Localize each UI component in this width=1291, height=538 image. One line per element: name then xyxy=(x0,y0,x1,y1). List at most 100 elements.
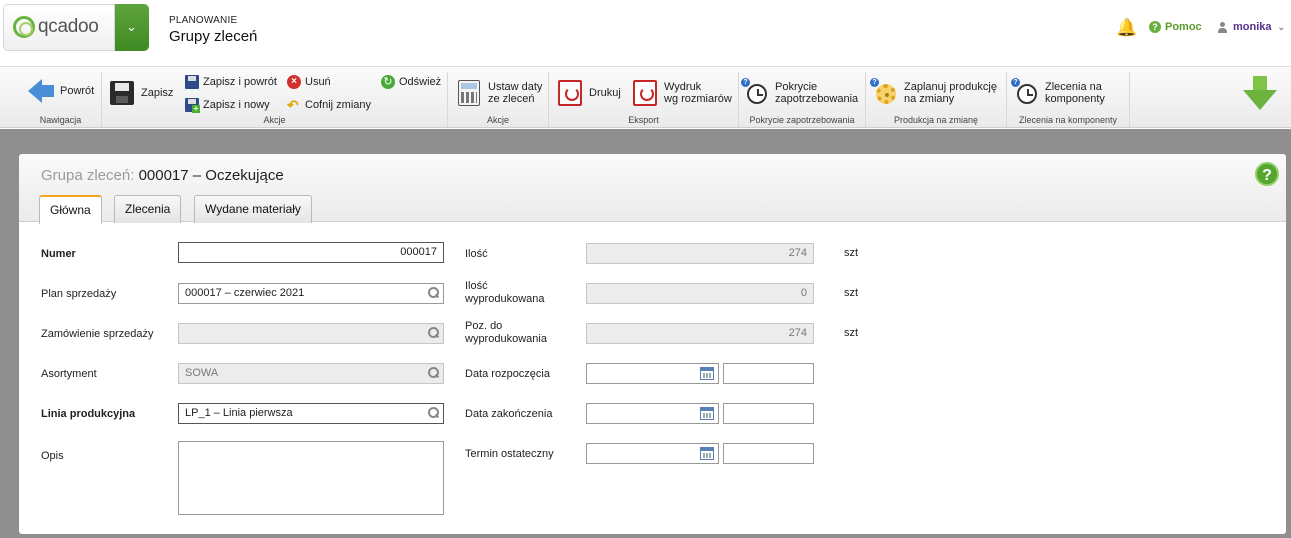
pdf-icon xyxy=(632,80,658,106)
save-and-back-button[interactable]: Zapisz i powrót xyxy=(185,75,277,89)
wyprodukowana-label-2: wyprodukowana xyxy=(465,293,545,305)
ribbon-group-components: ? Zlecenia na komponenty Zlecenia na komp… xyxy=(1007,72,1130,127)
calendar-icon[interactable] xyxy=(700,447,714,460)
breadcrumb-category: PLANOWANIE xyxy=(169,15,238,26)
help-link[interactable]: ? Pomoc xyxy=(1149,21,1202,33)
undo-button[interactable]: ↶ Cofnij zmiany xyxy=(287,98,371,112)
tab-wydane-materialy[interactable]: Wydane materiały xyxy=(194,195,312,223)
linia-value: LP_1 – Linia pierwsza xyxy=(185,407,293,419)
ilosc-unit: szt xyxy=(844,247,859,259)
print-label: Drukuj xyxy=(589,87,621,99)
notification-bell-icon[interactable]: 🔔 xyxy=(1116,18,1137,38)
refresh-button[interactable]: ↻ Odśwież xyxy=(381,75,441,89)
save-back-icon xyxy=(185,75,199,89)
numer-label: Numer xyxy=(41,248,76,260)
search-icon[interactable] xyxy=(428,287,439,298)
calendar-icon[interactable] xyxy=(700,407,714,420)
data-zakonczenia-date[interactable] xyxy=(586,403,719,424)
linia-field[interactable]: LP_1 – Linia pierwsza xyxy=(178,403,444,424)
group-label-actions-2: Akcje xyxy=(486,115,509,125)
asortyment-field: SOWA xyxy=(178,363,444,384)
data-rozpoczecia-time[interactable] xyxy=(723,363,814,384)
components-label-2: komponenty xyxy=(1045,93,1105,105)
termin-ostateczny-date[interactable] xyxy=(586,443,719,464)
linia-label: Linia produkcyjna xyxy=(41,408,136,420)
chevron-down-icon: ⌄ xyxy=(126,19,137,34)
do-wypr-label-1: Poz. do xyxy=(465,320,503,332)
plan-label: Plan sprzedaży xyxy=(41,288,117,300)
group-label-navigation: Nawigacja xyxy=(39,115,82,125)
username: monika xyxy=(1233,21,1272,33)
group-label-coverage: Pokrycie zapotrzebowania xyxy=(749,115,855,125)
form-panel: Grupa zleceń: 000017 – Oczekujące ? Głów… xyxy=(19,154,1286,534)
print-sizes-label-2: wg rozmiarów xyxy=(664,93,732,105)
save-new-label: Zapisz i nowy xyxy=(203,99,270,111)
help-label: Pomoc xyxy=(1165,21,1202,33)
download-arrow-icon[interactable] xyxy=(1243,76,1277,112)
calculator-icon xyxy=(456,80,482,106)
user-menu[interactable]: monika ⌄ xyxy=(1218,21,1285,33)
group-label-components: Zlecenia na komponenty xyxy=(1018,115,1118,125)
wyprodukowana-label-1: Ilość xyxy=(465,280,488,292)
chevron-down-icon: ⌄ xyxy=(1277,21,1286,32)
print-button[interactable]: Drukuj xyxy=(557,80,621,106)
ribbon-group-shift-production: ? Zaplanuj produkcję na zmiany Produkcja … xyxy=(866,72,1007,127)
plan-shift-production-button[interactable]: ? Zaplanuj produkcję na zmiany xyxy=(870,78,997,106)
refresh-icon: ↻ xyxy=(381,75,395,89)
data-zakonczenia-time[interactable] xyxy=(723,403,814,424)
do-wypr-label-2: wyprodukowania xyxy=(465,333,547,345)
ribbon-group-export: Drukuj Wydruk wg rozmiarów Eksport xyxy=(549,72,739,127)
gears-icon: ? xyxy=(870,78,898,106)
calendar-icon[interactable] xyxy=(700,367,714,380)
help-icon[interactable]: ? xyxy=(1255,162,1279,186)
group-label-export: Eksport xyxy=(628,115,659,125)
do-wyprodukowania-unit: szt xyxy=(844,327,859,339)
save-button[interactable]: Zapisz xyxy=(109,80,173,106)
panel-title-value: 000017 – Oczekujące xyxy=(138,167,284,184)
opis-textarea[interactable] xyxy=(178,441,444,515)
floppy-icon xyxy=(109,80,135,106)
save-and-new-button[interactable]: + Zapisz i nowy xyxy=(185,98,270,113)
panel-title: Grupa zleceń: 000017 – Oczekujące xyxy=(41,167,284,184)
delete-button[interactable]: × Usuń xyxy=(287,75,331,89)
ilosc-value: 274 xyxy=(788,247,807,259)
data-rozpoczecia-label: Data rozpoczęcia xyxy=(465,368,550,380)
coverage-button[interactable]: ? Pokrycie zapotrzebowania xyxy=(741,78,858,106)
components-label-1: Zlecenia na xyxy=(1045,81,1102,93)
search-icon[interactable] xyxy=(428,407,439,418)
print-by-size-button[interactable]: Wydruk wg rozmiarów xyxy=(632,80,732,106)
logo-icon xyxy=(13,16,35,38)
pdf-icon xyxy=(557,80,583,106)
panel-header: Grupa zleceń: 000017 – Oczekujące ? Głów… xyxy=(19,154,1286,224)
ribbon-group-actions: Zapisz Zapisz i powrót + Zapisz i nowy ×… xyxy=(102,72,448,127)
do-wyprodukowania-label: Poz. do wyprodukowania xyxy=(465,320,547,346)
ribbon-group-actions-2: Ustaw daty ze zleceń Akcje xyxy=(448,72,549,127)
asortyment-label: Asortyment xyxy=(41,368,97,380)
ribbon-group-coverage: ? Pokrycie zapotrzebowania Pokrycie zapot… xyxy=(739,72,866,127)
tab-glowna[interactable]: Główna xyxy=(39,195,102,224)
search-icon xyxy=(428,327,439,338)
zamowienie-label: Zamówienie sprzedaży xyxy=(41,328,154,340)
undo-icon: ↶ xyxy=(287,97,299,113)
termin-ostateczny-label: Termin ostateczny xyxy=(465,448,554,460)
set-dates-button[interactable]: Ustaw daty ze zleceń xyxy=(456,80,542,106)
coverage-label-1: Pokrycie xyxy=(775,81,818,93)
ilosc-label: Ilość xyxy=(465,248,488,260)
set-dates-label-2: ze zleceń xyxy=(488,93,535,105)
component-orders-button[interactable]: ? Zlecenia na komponenty xyxy=(1011,78,1105,106)
data-zakonczenia-label: Data zakończenia xyxy=(465,408,553,420)
clock-icon: ? xyxy=(1011,78,1039,106)
tab-zlecenia[interactable]: Zlecenia xyxy=(114,195,182,223)
group-label-actions: Akcje xyxy=(263,115,286,125)
logo-text: qcadoo xyxy=(38,16,99,37)
data-rozpoczecia-date[interactable] xyxy=(586,363,719,384)
user-icon xyxy=(1218,21,1227,33)
save-back-label: Zapisz i powrót xyxy=(203,76,277,88)
asortyment-value: SOWA xyxy=(185,367,219,379)
main-menu-button[interactable]: ⌄ xyxy=(115,4,149,51)
qcadoo-logo[interactable]: qcadoo xyxy=(3,4,115,51)
termin-ostateczny-time[interactable] xyxy=(723,443,814,464)
back-button[interactable]: Powrót xyxy=(28,78,94,104)
plan-field[interactable]: 000017 – czerwiec 2021 xyxy=(178,283,444,304)
numer-field[interactable]: 000017 xyxy=(178,242,444,263)
